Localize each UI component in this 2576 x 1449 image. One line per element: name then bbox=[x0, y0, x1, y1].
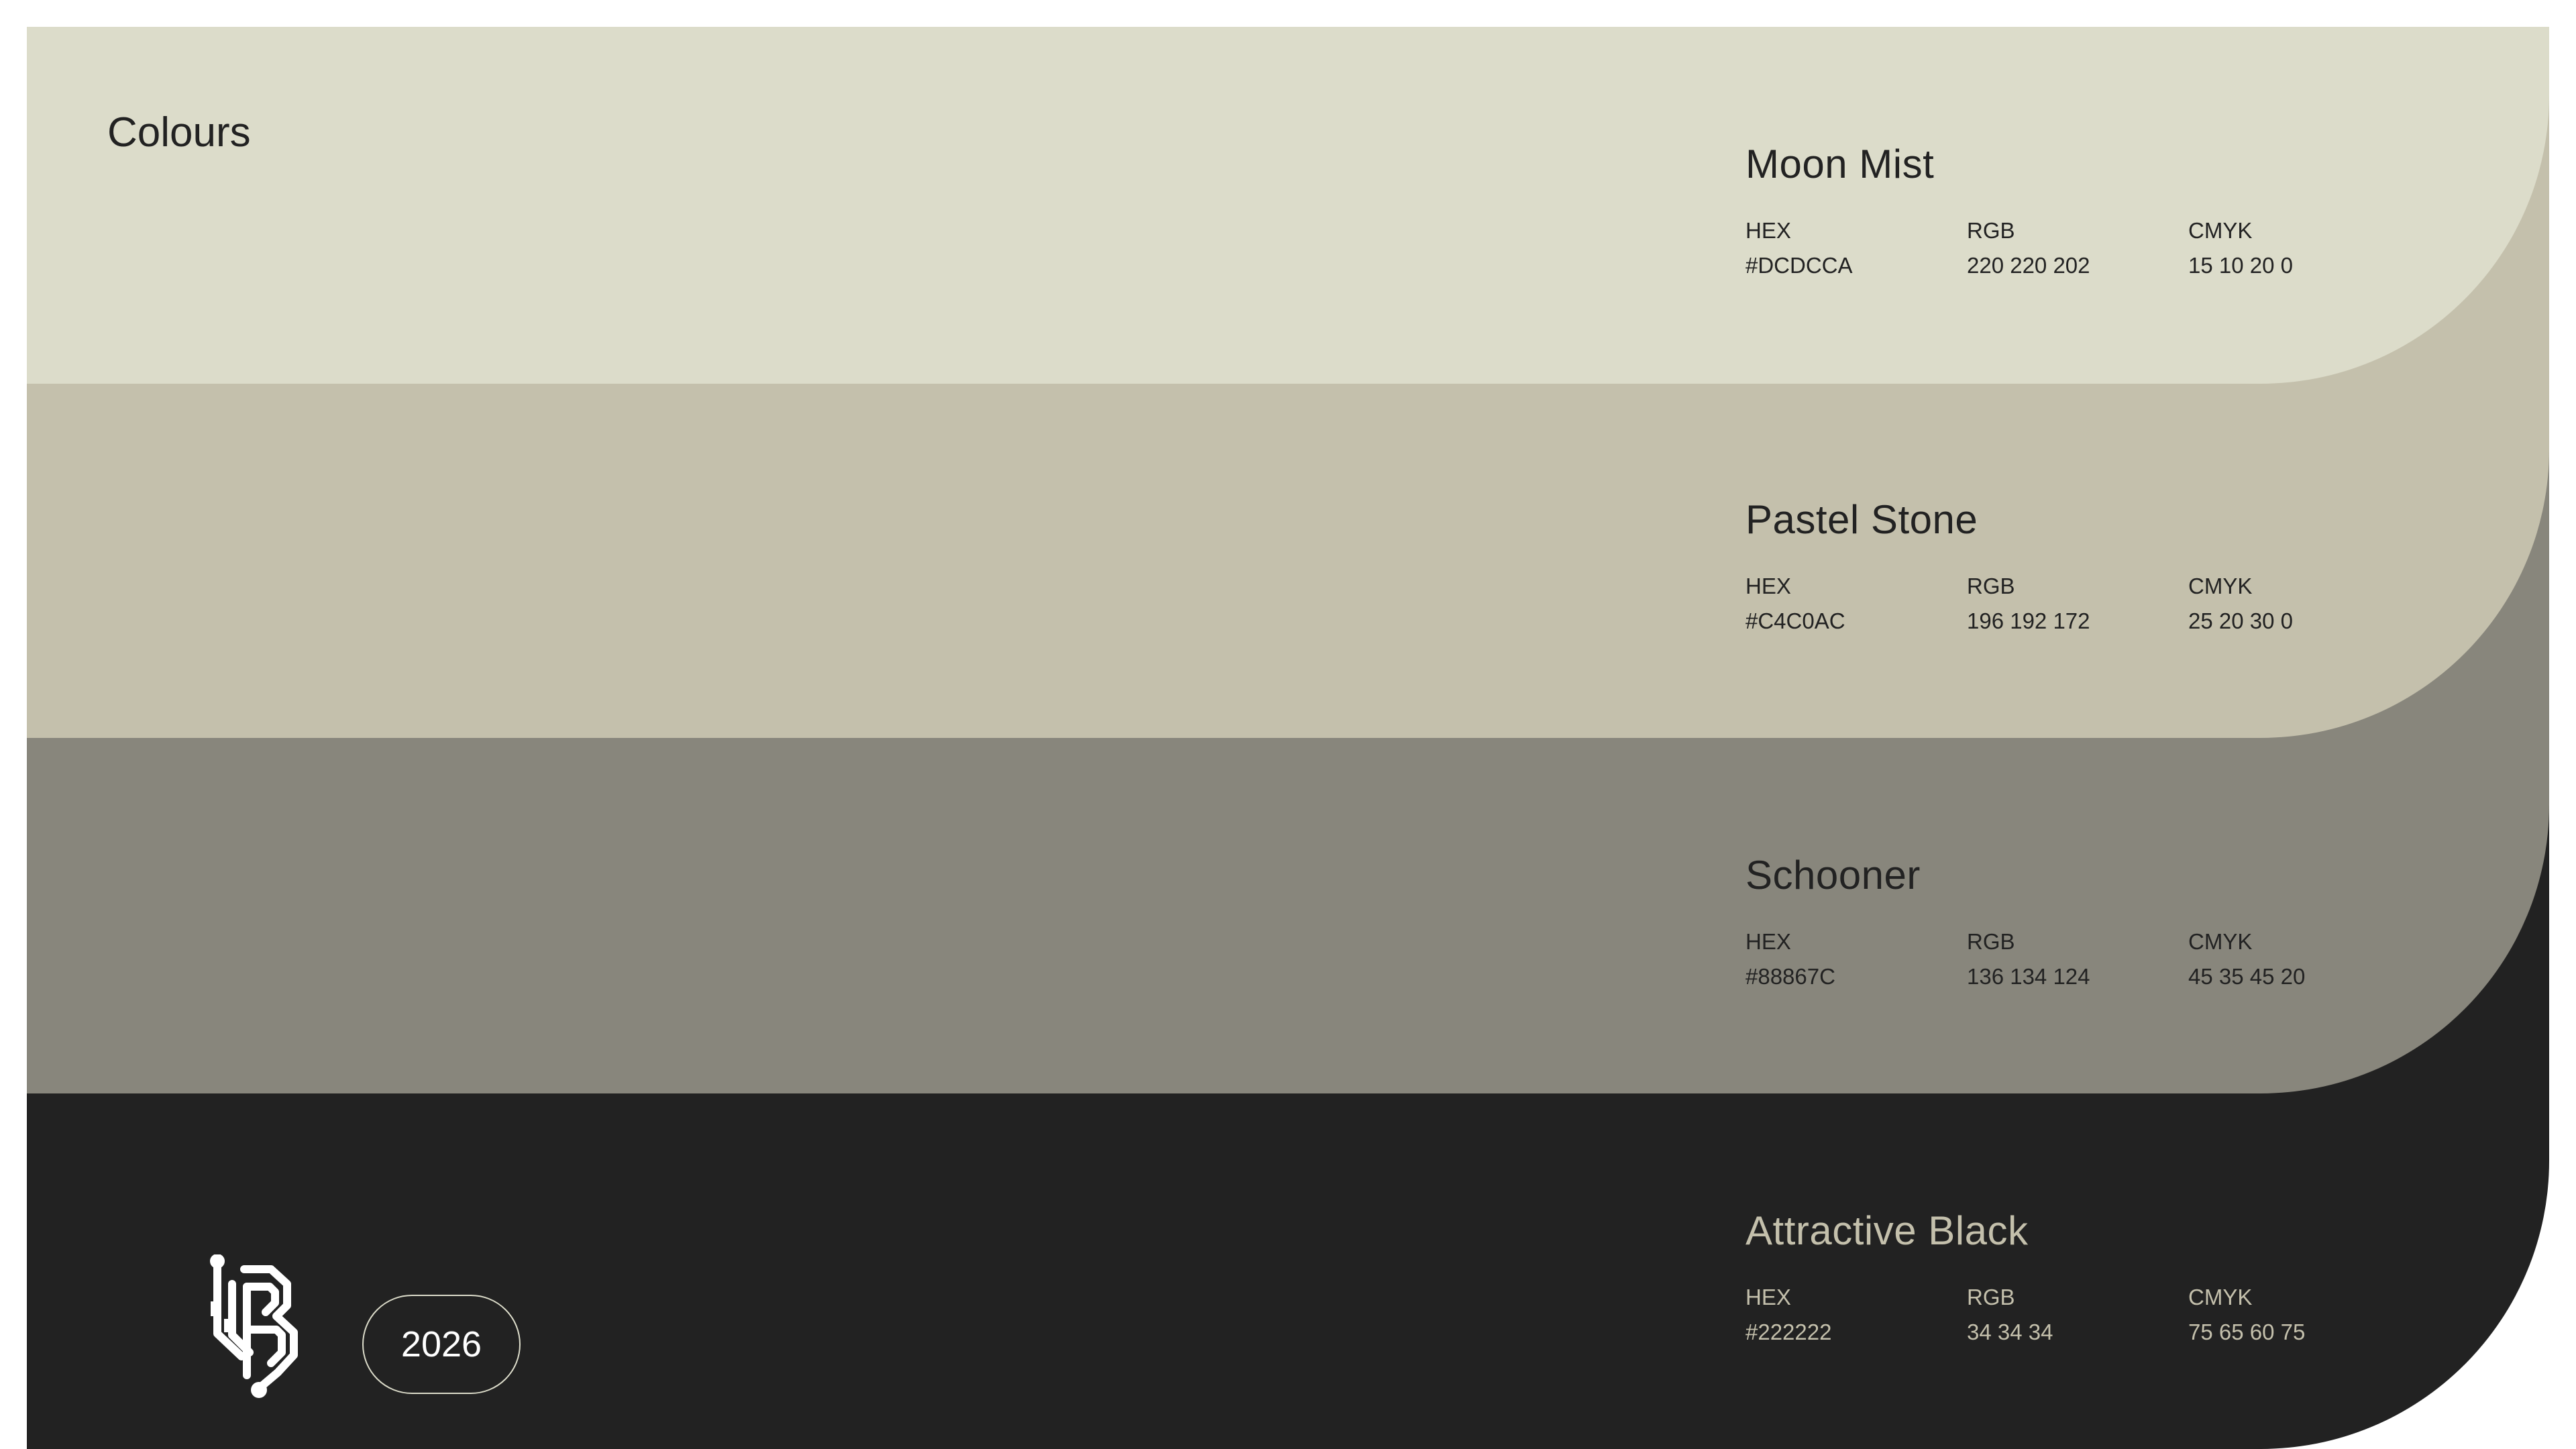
hex-value: #DCDCCA bbox=[1746, 253, 1853, 278]
hex-spec: HEX #88867C bbox=[1746, 924, 1960, 994]
rgb-spec: RGB 136 134 124 bbox=[1967, 924, 2182, 994]
swatch-specs: HEX #C4C0AC RGB 196 192 172 CMYK 25 20 3… bbox=[1746, 569, 2349, 649]
bg-monogram-logo-icon bbox=[210, 1254, 298, 1398]
hex-value: #C4C0AC bbox=[1746, 608, 1845, 633]
cmyk-spec: CMYK 25 20 30 0 bbox=[2188, 569, 2403, 639]
swatch-info: Pastel Stone HEX #C4C0AC RGB 196 192 172… bbox=[1746, 496, 2293, 633]
swatch-name: Schooner bbox=[1746, 853, 1921, 898]
swatch-moon-mist: Moon Mist HEX #DCDCCA RGB 220 220 202 CM… bbox=[27, 27, 2549, 384]
swatch-name: Moon Mist bbox=[1746, 142, 1935, 186]
rgb-spec: RGB 196 192 172 bbox=[1967, 569, 2182, 639]
cmyk-spec: CMYK 45 35 45 20 bbox=[2188, 924, 2403, 994]
cmyk-value: 15 10 20 0 bbox=[2188, 253, 2293, 278]
rgb-label: RGB bbox=[1967, 1285, 2015, 1309]
cmyk-label: CMYK bbox=[2188, 218, 2253, 243]
swatch-specs: HEX #222222 RGB 34 34 34 CMYK 75 65 60 7… bbox=[1746, 1280, 2349, 1360]
cmyk-spec: CMYK 15 10 20 0 bbox=[2188, 213, 2403, 283]
hex-label: HEX bbox=[1746, 1285, 1791, 1309]
cmyk-value: 75 65 60 75 bbox=[2188, 1320, 2306, 1344]
rgb-label: RGB bbox=[1967, 218, 2015, 243]
swatch-specs: HEX #88867C RGB 136 134 124 CMYK 45 35 4… bbox=[1746, 924, 2349, 1005]
cmyk-value: 25 20 30 0 bbox=[2188, 608, 2293, 633]
swatch-info: Schooner HEX #88867C RGB 136 134 124 CMY… bbox=[1746, 852, 2305, 989]
rgb-spec: RGB 34 34 34 bbox=[1967, 1280, 2182, 1350]
hex-label: HEX bbox=[1746, 929, 1791, 954]
rgb-value: 220 220 202 bbox=[1967, 253, 2090, 278]
rgb-value: 196 192 172 bbox=[1967, 608, 2090, 633]
hex-label: HEX bbox=[1746, 218, 1791, 243]
cmyk-spec: CMYK 75 65 60 75 bbox=[2188, 1280, 2403, 1350]
swatch-name: Pastel Stone bbox=[1746, 497, 1978, 542]
hex-value: #222222 bbox=[1746, 1320, 1832, 1344]
cmyk-label: CMYK bbox=[2188, 574, 2253, 598]
rgb-spec: RGB 220 220 202 bbox=[1967, 213, 2182, 283]
year-badge: 2026 bbox=[362, 1295, 521, 1394]
hex-spec: HEX #222222 bbox=[1746, 1280, 1960, 1350]
rgb-label: RGB bbox=[1967, 574, 2015, 598]
page-title: Colours bbox=[107, 109, 251, 156]
cmyk-value: 45 35 45 20 bbox=[2188, 964, 2306, 989]
swatch-specs: HEX #DCDCCA RGB 220 220 202 CMYK 15 10 2… bbox=[1746, 213, 2349, 294]
rgb-value: 34 34 34 bbox=[1967, 1320, 2053, 1344]
colour-palette-frame: Attractive Black HEX #222222 RGB 34 34 3… bbox=[27, 27, 2549, 1449]
rgb-label: RGB bbox=[1967, 929, 2015, 954]
hex-spec: HEX #C4C0AC bbox=[1746, 569, 1960, 639]
swatch-info: Attractive Black HEX #222222 RGB 34 34 3… bbox=[1746, 1208, 2305, 1344]
swatch-name: Attractive Black bbox=[1746, 1208, 2029, 1253]
cmyk-label: CMYK bbox=[2188, 929, 2253, 954]
swatch-info: Moon Mist HEX #DCDCCA RGB 220 220 202 CM… bbox=[1746, 141, 2293, 278]
hex-value: #88867C bbox=[1746, 964, 1835, 989]
rgb-value: 136 134 124 bbox=[1967, 964, 2090, 989]
hex-label: HEX bbox=[1746, 574, 1791, 598]
cmyk-label: CMYK bbox=[2188, 1285, 2253, 1309]
hex-spec: HEX #DCDCCA bbox=[1746, 213, 1960, 283]
